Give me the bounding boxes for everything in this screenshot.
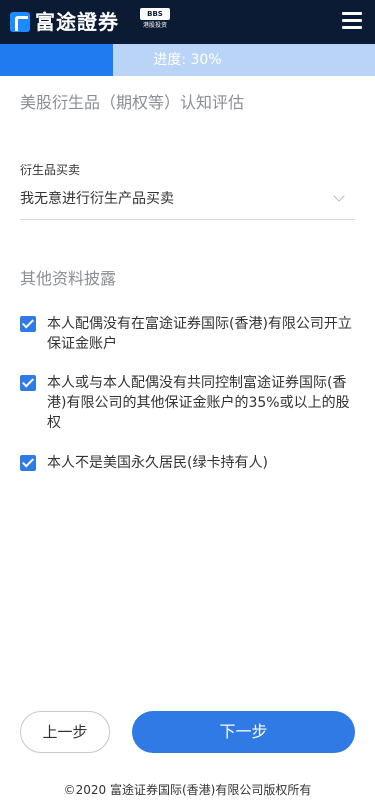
hamburger-menu-icon[interactable] — [342, 12, 362, 30]
futu-logo-icon — [10, 12, 30, 32]
disclosure-item-label: 本人配偶没有在富途证券国际(香港)有限公司开立保证金账户 — [47, 316, 352, 352]
progress-label: 进度: 30% — [153, 52, 222, 68]
checkbox-checked-icon[interactable] — [20, 455, 36, 471]
disclosure-item-label: 本人不是美国永久居民(绿卡持有人) — [47, 455, 268, 471]
previous-step-button[interactable]: 上一步 — [20, 711, 110, 753]
chevron-down-icon — [333, 190, 345, 202]
derivatives-field-label: 衍生品买卖 — [20, 163, 81, 177]
disclosure-section-title: 其他资料披露 — [20, 269, 117, 288]
disclosure-item-spouse-account[interactable]: 本人配偶没有在富途证券国际(香港)有限公司开立保证金账户 — [20, 314, 355, 354]
brand-badge: BBS 港股投资 — [140, 8, 170, 34]
badge-label: BBS — [140, 8, 170, 20]
next-step-button[interactable]: 下一步 — [132, 711, 355, 753]
derivatives-select-value: 我无意进行衍生产品买卖 — [20, 191, 174, 207]
page-title: 美股衍生品（期权等）认知评估 — [20, 93, 245, 112]
disclosure-item-us-resident[interactable]: 本人不是美国永久居民(绿卡持有人) — [20, 453, 355, 473]
copyright-footer: ©2020 富途证券国际(香港)有限公司版权所有 — [63, 783, 312, 797]
disclosure-item-label: 本人或与本人配偶没有共同控制富途证券国际(香港)有限公司的其他保证金账户的35%… — [47, 375, 350, 431]
disclosure-item-joint-control[interactable]: 本人或与本人配偶没有共同控制富途证券国际(香港)有限公司的其他保证金账户的35%… — [20, 373, 355, 433]
checkbox-checked-icon[interactable] — [20, 375, 36, 391]
derivatives-select[interactable]: 我无意进行衍生产品买卖 — [20, 184, 355, 220]
menu-line — [342, 26, 362, 29]
checkbox-checked-icon[interactable] — [20, 316, 36, 332]
menu-line — [342, 12, 362, 15]
badge-sublabel: 港股投资 — [142, 22, 167, 29]
menu-line — [342, 19, 362, 22]
progress-bar: 进度: 30% — [0, 44, 375, 76]
brand-name: 富途證券 — [35, 10, 119, 34]
top-navigation-bar: 富途證券 BBS 港股投资 — [0, 0, 375, 44]
